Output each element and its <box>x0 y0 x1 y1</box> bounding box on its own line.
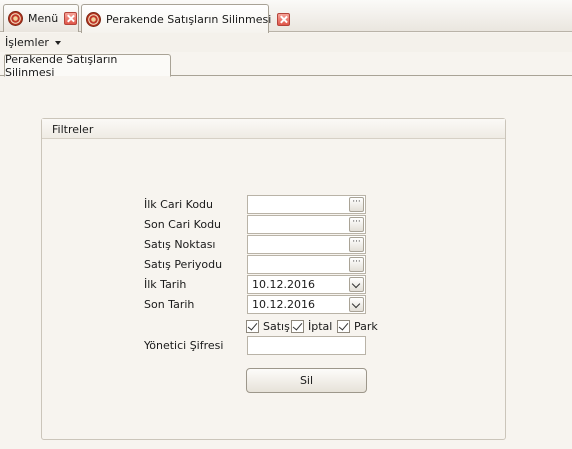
iptal-checkbox-label: İptal <box>308 319 333 333</box>
tab-perakende-satislarin-silinmesi[interactable]: Perakende Satışların Silinmesi <box>4 52 171 79</box>
checkmark-icon[interactable] <box>246 319 259 333</box>
chevron-down-icon[interactable] <box>349 297 364 312</box>
ilk-tarih-value: 10.12.2016 <box>252 278 315 291</box>
satis-noktasi-field[interactable]: ··· <box>247 235 366 254</box>
satis-periyodu-label: Satış Periyodu <box>144 258 223 271</box>
ellipsis-icon[interactable]: ··· <box>349 257 364 272</box>
chevron-down-icon <box>54 40 61 45</box>
app-logo-icon <box>8 11 23 26</box>
tab-label: Perakende Satışların Silinmesi <box>5 52 118 79</box>
doc-tab-perakende[interactable]: Perakende Satışların Silinmesi <box>81 4 291 33</box>
satis-noktasi-label: Satış Noktası <box>144 238 216 251</box>
ellipsis-icon[interactable]: ··· <box>349 237 364 252</box>
ellipsis-icon[interactable]: ··· <box>349 197 364 212</box>
ilk-tarih-picker[interactable]: 10.12.2016 <box>247 275 366 294</box>
doc-tab-menu[interactable]: Menü <box>3 4 79 32</box>
doc-tab-label: Perakende Satışların Silinmesi <box>106 12 272 26</box>
filters-panel-title: Filtreler <box>42 119 505 139</box>
satis-periyodu-field[interactable]: ··· <box>247 255 366 274</box>
menu-islemler-label: İşlemler <box>5 36 49 49</box>
yonetici-sifresi-label: Yönetici Şifresi <box>144 339 224 352</box>
menu-bar: İşlemler <box>0 33 572 52</box>
son-tarih-value: 10.12.2016 <box>252 298 315 311</box>
satis-checkbox-label: Satış <box>263 319 290 333</box>
iptal-checkbox[interactable]: İptal <box>291 318 332 334</box>
son-tarih-picker[interactable]: 10.12.2016 <box>247 295 366 314</box>
menu-islemler[interactable]: İşlemler <box>5 36 61 49</box>
son-tarih-label: Son Tarih <box>144 298 195 311</box>
son-cari-kodu-field[interactable]: ··· <box>247 215 366 234</box>
park-checkbox[interactable]: Park <box>337 318 378 334</box>
chevron-down-icon[interactable] <box>349 277 364 292</box>
close-icon[interactable] <box>64 12 78 25</box>
son-cari-kodu-label: Son Cari Kodu <box>144 218 222 231</box>
inner-tab-bar: Perakende Satışların Silinmesi <box>0 52 572 79</box>
doc-tab-label: Menü <box>28 12 59 25</box>
checkmark-icon[interactable] <box>337 319 350 333</box>
sil-button[interactable]: Sil <box>246 368 367 393</box>
app-logo-icon <box>86 11 101 27</box>
ellipsis-icon[interactable]: ··· <box>349 217 364 232</box>
document-tab-bar: Menü Perakende Satışların Silinmesi <box>0 0 572 33</box>
ilk-tarih-label: İlk Tarih <box>144 278 187 291</box>
ilk-cari-kodu-field[interactable]: ··· <box>247 195 366 214</box>
ilk-cari-kodu-label: İlk Cari Kodu <box>144 198 214 211</box>
yonetici-sifresi-field[interactable] <box>247 336 366 355</box>
park-checkbox-label: Park <box>354 319 378 333</box>
checkmark-icon[interactable] <box>291 319 304 333</box>
satis-checkbox[interactable]: Satış <box>246 318 290 334</box>
close-icon[interactable] <box>277 12 291 26</box>
